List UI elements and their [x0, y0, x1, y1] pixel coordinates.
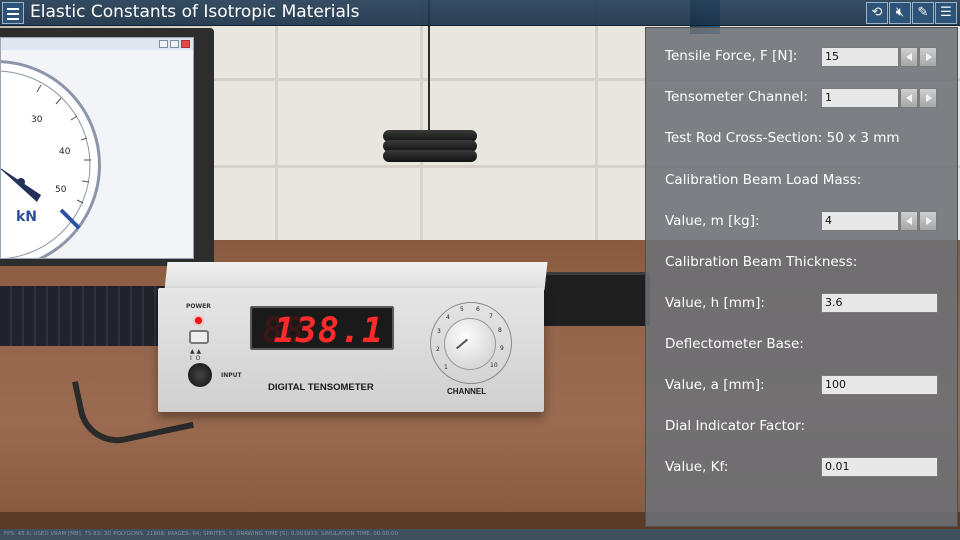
dial-indicator-label: Value, Kf: — [665, 459, 729, 475]
app-title: Elastic Constants of Isotropic Materials — [30, 2, 360, 22]
channel-number-1: 1 — [444, 364, 448, 371]
beam-load-mass-heading: Calibration Beam Load Mass: — [665, 172, 862, 188]
minimize-icon[interactable] — [159, 40, 168, 48]
tensile-force-decrement-button[interactable] — [900, 47, 918, 67]
mute-icon[interactable]: 🔇︎ — [889, 2, 911, 24]
input-label: INPUT — [221, 372, 242, 379]
dial-indicator-field[interactable]: 0.01 — [821, 457, 938, 477]
beam-load-mass-increment-button[interactable] — [919, 211, 937, 231]
beam-thickness-field[interactable]: 3.6 — [821, 293, 938, 313]
beam-load-mass-decrement-button[interactable] — [900, 211, 918, 231]
channel-number-7: 7 — [489, 313, 493, 320]
tensometer-channel-increment-button[interactable] — [919, 88, 937, 108]
laptop-keyboard — [0, 286, 170, 346]
restore-icon[interactable] — [170, 40, 179, 48]
menu-icon[interactable] — [2, 2, 24, 24]
force-gauge: 30 40 50 kN — [1, 60, 101, 258]
beam-load-mass-field[interactable]: 4 — [821, 211, 899, 231]
gauge-dial — [1, 70, 91, 258]
tensometer-display: 88 138.1 — [250, 306, 394, 351]
channel-number-4: 4 — [446, 314, 450, 321]
power-label: POWER — [186, 303, 211, 310]
tensometer-channel-label: Tensometer Channel: — [665, 89, 808, 105]
hanging-weight[interactable] — [383, 130, 477, 162]
channel-number-9: 9 — [500, 345, 504, 352]
tensometer-channel-field[interactable]: 1 — [821, 88, 899, 108]
power-switch[interactable] — [189, 330, 209, 344]
gauge-tick-30: 30 — [31, 115, 43, 125]
channel-number-5: 5 — [460, 306, 464, 313]
gauge-tick-50: 50 — [55, 185, 67, 195]
input-jack[interactable] — [188, 363, 212, 387]
power-led — [195, 317, 202, 324]
gauge-tick-40: 40 — [59, 147, 71, 157]
beam-thickness-heading: Calibration Beam Thickness: — [665, 254, 858, 270]
deflectometer-base-label: Value, a [mm]: — [665, 377, 765, 393]
channel-number-8: 8 — [498, 327, 502, 334]
channel-number-2: 2 — [436, 346, 440, 353]
power-switch-marks: ▲ ▲ I O — [190, 348, 202, 362]
digital-tensometer: POWER ▲ ▲ I O INPUT 88 138.1 DIGITAL TENS… — [158, 262, 548, 412]
close-icon[interactable] — [181, 40, 190, 48]
deflectometer-base-field[interactable]: 100 — [821, 375, 938, 395]
tensile-force-increment-button[interactable] — [919, 47, 937, 67]
cross-section-label: Test Rod Cross-Section: 50 x 3 mm — [665, 130, 900, 146]
tensometer-channel-decrement-button[interactable] — [900, 88, 918, 108]
dial-indicator-heading: Dial Indicator Factor: — [665, 418, 806, 434]
list-icon[interactable]: ☰ — [935, 2, 957, 24]
tensile-force-label: Tensile Force, F [N]: — [665, 48, 798, 64]
channel-knob[interactable] — [444, 318, 496, 370]
tensometer-title: DIGITAL TENSOMETER — [268, 382, 374, 393]
tensometer-front-panel: POWER ▲ ▲ I O INPUT 88 138.1 DIGITAL TENS… — [158, 288, 544, 412]
channel-label: CHANNEL — [447, 387, 487, 396]
gauge-unit: kN — [16, 209, 38, 225]
channel-number-10: 10 — [490, 362, 498, 369]
tensometer-top — [164, 262, 548, 290]
render-stats: FPS: 45.6; USED VRAM [MB]: 75.83; 3D POL… — [0, 529, 960, 540]
deflectometer-base-heading: Deflectometer Base: — [665, 336, 804, 352]
display-reading: 138.1 — [273, 311, 384, 351]
rear-instrument — [540, 272, 650, 326]
tensile-force-field[interactable]: 15 — [821, 47, 899, 67]
reset-icon[interactable]: ⟲ — [866, 2, 888, 24]
gauge-window: 30 40 50 kN — [0, 37, 194, 259]
gauge-window-titlebar — [1, 38, 193, 50]
notebook-icon[interactable]: ✎ — [912, 2, 934, 24]
beam-load-mass-label: Value, m [kg]: — [665, 213, 760, 229]
channel-number-3: 3 — [437, 328, 441, 335]
channel-number-6: 6 — [476, 306, 480, 313]
parameters-panel: Tensile Force, F [N]: 15 Tensometer Chan… — [645, 27, 958, 527]
beam-thickness-label: Value, h [mm]: — [665, 295, 765, 311]
title-bar: Elastic Constants of Isotropic Materials… — [0, 0, 960, 26]
